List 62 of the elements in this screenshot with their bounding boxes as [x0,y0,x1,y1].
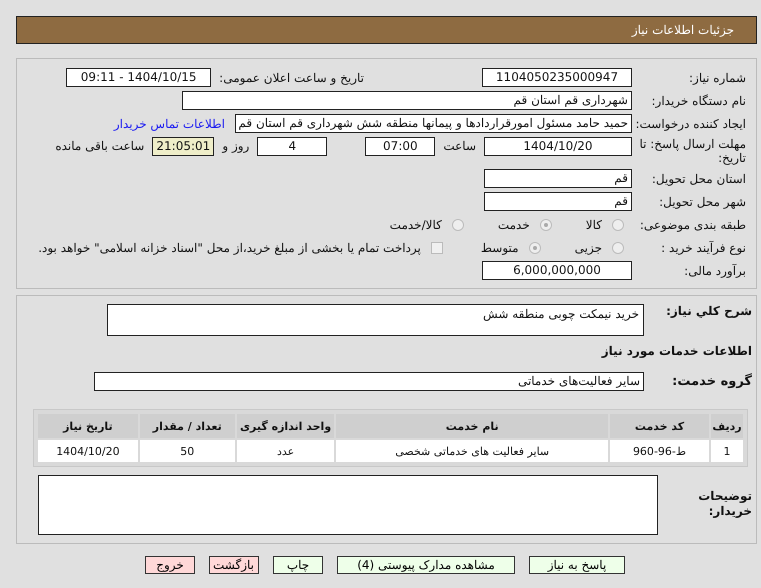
section-title: اطلاعات خدمات مورد نیاز [602,344,753,358]
option-label: خدمت [498,218,530,232]
table-cell: 1404/10/20 [38,440,138,462]
field-label: مهلت ارسال پاسخ: تا تاریخ: [638,137,747,165]
field-label: تاریخ و ساعت اعلان عمومی: [219,70,364,84]
radio-button[interactable] [540,218,552,230]
option-label: متوسط [480,240,519,254]
service-group-field[interactable]: سایر فعالیت‌های خدماتی [94,372,644,391]
field-label: شماره نیاز: [688,70,747,84]
radio-button[interactable] [612,242,624,254]
page-title: جزئیات اطلاعات نیاز [632,23,734,37]
field-label: طبقه بندی موضوعی: [638,218,747,232]
deadline-date-field[interactable]: 1404/10/20 [484,137,632,156]
table-cell: سایر فعالیت های خدماتی شخصی [336,440,608,462]
buyer-notes-field[interactable] [38,475,658,535]
requester-field[interactable]: حمید حامد مسئول امورقراردادها و پیمانها منطقه شش شهرداری قم استان قم [235,114,632,133]
field-label: استان محل تحویل: [650,172,747,186]
province-field[interactable]: قم [484,169,632,188]
buyer-org-field[interactable]: شهرداری قم استان قم [182,91,632,110]
column-header: کد خدمت [610,414,710,438]
field-label: برآورد مالی: [683,264,747,278]
column-header: تعداد / مقدار [140,414,235,438]
column-header: واحد اندازه گیری [236,414,334,438]
announce-date-field[interactable]: 1404/10/15 - 09:11 [66,68,212,87]
field-label: ساعت [443,138,476,155]
option-label: جزیی [574,240,602,254]
action-button[interactable]: پاسخ به نیاز [529,556,625,574]
action-button[interactable]: چاپ [273,556,323,574]
budget-field[interactable]: 6,000,000,000 [482,261,632,280]
field-label: ساعت باقی مانده [55,138,144,155]
remaining-time-field: 21:05:01 [152,137,214,156]
field-label: توضیحات خریدار: [697,488,753,519]
action-button[interactable]: مشاهده مدارک پیوستی (4) [337,556,515,574]
field-label: ایجاد کننده درخواست: [634,116,747,130]
action-button[interactable]: بازگشت [209,556,259,574]
table-cell: 1 [711,440,743,462]
checkbox[interactable] [430,242,443,254]
field-label: شرح کلي نياز: [665,304,753,318]
buyer-contact-link[interactable]: اطلاعات تماس خریدار [114,116,225,130]
action-button[interactable]: خروج [145,556,195,574]
option-label: کالا/خدمت [390,218,442,232]
need-number-field[interactable]: 1104050235000947 [482,68,632,87]
column-header: نام خدمت [336,414,608,438]
field-label: گروه خدمت: [671,374,753,389]
deadline-time-field[interactable]: 07:00 [365,137,436,156]
radio-button[interactable] [452,218,464,230]
city-field[interactable]: قم [484,192,632,211]
option-label: کالا [586,218,602,232]
checkbox-label: پرداخت تمام یا بخشی از مبلغ خرید،از محل "اسناد خزانه اسلامی" خواهد بود. [38,240,421,254]
field-label: نوع فرآیند خرید : [660,240,747,254]
radio-button[interactable] [612,218,624,230]
column-header: ردیف [711,414,743,438]
field-label: نام دستگاه خریدار: [650,94,747,108]
description-field[interactable]: خرید نیمکت چوبی منطقه شش [107,304,644,336]
days-field[interactable]: 4 [257,137,328,156]
table-cell: عدد [236,440,334,462]
radio-button[interactable] [528,242,541,254]
field-label: روز و [222,138,250,155]
field-label: شهر محل تحویل: [658,194,747,208]
column-header: تاریخ نیاز [38,414,138,438]
table-cell: 50 [140,440,235,462]
table-cell: ط-96-960 [610,440,710,462]
